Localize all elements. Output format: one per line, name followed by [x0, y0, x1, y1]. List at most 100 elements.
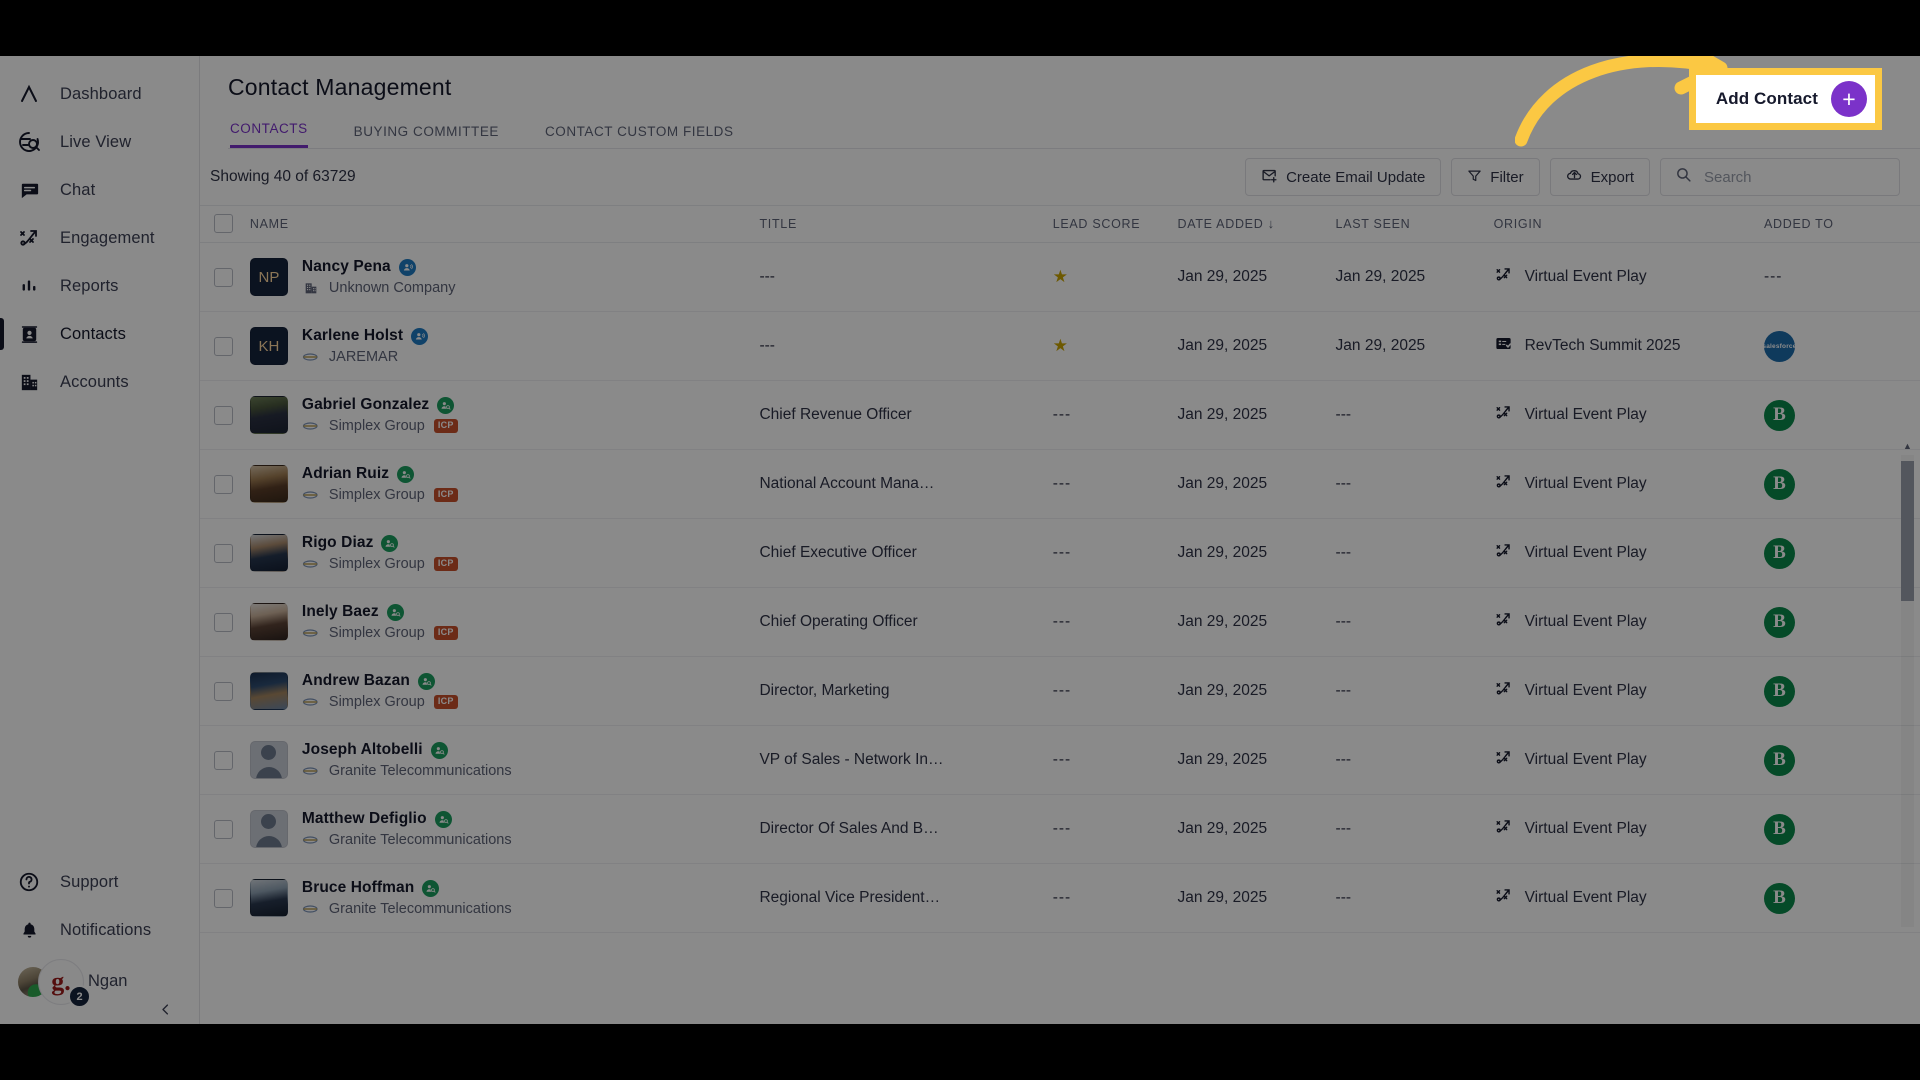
play-icon [1494, 748, 1513, 772]
bombora-badge-icon: B [1763, 399, 1795, 431]
select-all-checkbox[interactable] [214, 214, 233, 233]
filter-button[interactable]: Filter [1451, 158, 1540, 196]
row-checkbox[interactable] [214, 819, 233, 839]
sidebar-item-chat[interactable]: Chat [0, 166, 199, 214]
origin-label: Virtual Event Play [1524, 889, 1647, 906]
company-name[interactable]: Granite Telecommunications [329, 832, 512, 848]
contact-name[interactable]: Gabriel Gonzalez [302, 396, 429, 414]
sidebar-item-support[interactable]: Support [0, 858, 200, 906]
table-row[interactable]: KH Karlene Holst JAREMAR --- ★ Jan 29, 2025 Ja… [200, 311, 1920, 381]
table-row[interactable]: NP Nancy Pena Unknown Company --- ★ Jan 29, 2… [200, 242, 1920, 312]
sidebar-item-engagement[interactable]: Engagement [0, 214, 199, 262]
company-name[interactable]: Simplex Group [329, 418, 425, 434]
company-name[interactable]: Simplex Group [329, 556, 425, 572]
lead-score-star-icon: ★ [1052, 335, 1068, 355]
table-row[interactable]: Adrian Ruiz Simplex Group ICP National Acco… [200, 449, 1920, 519]
row-checkbox[interactable] [214, 612, 233, 632]
header-row: NAME TITLE LEAD SCORE DATE ADDED ↓ LAST … [200, 205, 1920, 243]
column-header-title[interactable]: TITLE [759, 205, 1053, 243]
table-row[interactable]: Joseph Altobelli Granite Telecommunicatio… [200, 725, 1920, 795]
company-name[interactable]: Granite Telecommunications [329, 901, 512, 917]
row-checkbox[interactable] [214, 543, 233, 563]
export-button[interactable]: Export [1549, 158, 1650, 196]
row-select-cell [200, 863, 250, 933]
row-checkbox[interactable] [214, 405, 233, 425]
bombora-badge-icon: B [1763, 744, 1795, 776]
contact-name[interactable]: Nancy Pena [302, 258, 391, 276]
table-row[interactable]: Inely Baez Simplex Group ICP Chief Operatin… [200, 587, 1920, 657]
sidebar-item-contacts[interactable]: Contacts [0, 310, 199, 358]
scroll-up-arrow-icon[interactable]: ▲ [1901, 441, 1914, 451]
avatar-photo [249, 534, 288, 572]
sidebar-item-notifications[interactable]: Notifications [0, 906, 200, 954]
scrollbar-thumb[interactable] [1901, 461, 1914, 601]
collapse-sidebar-button[interactable] [152, 996, 178, 1022]
company-name[interactable]: Simplex Group [329, 694, 425, 710]
row-checkbox[interactable] [214, 267, 233, 287]
column-header-date-added[interactable]: DATE ADDED ↓ [1177, 205, 1336, 243]
app-window: Dashboard Live View Chat Engagement Reports C… [0, 56, 1920, 1024]
sidebar-item-accounts[interactable]: Accounts [0, 358, 199, 406]
table-row[interactable]: Andrew Bazan Simplex Group ICP Director, Ma… [200, 656, 1920, 726]
sidebar-item-live-view[interactable]: Live View [0, 118, 199, 166]
contact-name[interactable]: Rigo Diaz [302, 534, 374, 552]
table-row[interactable]: Gabriel Gonzalez Simplex Group ICP Chief Re… [200, 380, 1920, 450]
contact-name[interactable]: Joseph Altobelli [302, 741, 423, 759]
company-name[interactable]: Unknown Company [329, 280, 456, 296]
table-scrollbar[interactable] [1901, 455, 1914, 927]
row-checkbox[interactable] [214, 888, 233, 908]
contact-status-icon [386, 603, 404, 621]
contact-name[interactable]: Adrian Ruiz [302, 465, 389, 483]
column-header-origin[interactable]: ORIGIN [1493, 205, 1764, 243]
row-checkbox[interactable] [214, 681, 233, 701]
contact-name[interactable]: Andrew Bazan [302, 672, 410, 690]
contact-name[interactable]: Karlene Holst [302, 327, 403, 345]
column-header-name[interactable]: NAME [249, 205, 760, 243]
row-select-cell [200, 587, 250, 657]
tab-contact-custom-fields[interactable]: CONTACT CUSTOM FIELDS [545, 124, 734, 148]
select-all-cell [200, 205, 250, 243]
added-to-cell: B [1763, 587, 1920, 657]
button-label: Create Email Update [1286, 168, 1426, 186]
avatar-photo [249, 465, 288, 503]
company-name[interactable]: JAREMAR [329, 349, 398, 365]
row-select-cell [200, 380, 250, 450]
logo-icon [302, 350, 320, 365]
contact-name[interactable]: Matthew Defiglio [302, 810, 427, 828]
search-box[interactable] [1660, 158, 1900, 196]
table-row[interactable]: Bruce Hoffman Granite Telecommunications R… [200, 863, 1920, 933]
search-input[interactable] [1704, 168, 1885, 186]
date-added-cell: Jan 29, 2025 [1177, 242, 1336, 312]
row-checkbox[interactable] [214, 750, 233, 770]
row-checkbox[interactable] [214, 474, 233, 494]
tab-buying-committee[interactable]: BUYING COMMITTEE [354, 124, 499, 148]
create-email-update-button[interactable]: Create Email Update [1245, 158, 1442, 196]
bombora-badge-icon: B [1763, 468, 1795, 500]
origin-label: Virtual Event Play [1524, 406, 1647, 423]
table-row[interactable]: Matthew Defiglio Granite Telecommunicatio… [200, 794, 1920, 864]
column-header-last-seen[interactable]: LAST SEEN [1335, 205, 1494, 243]
company-name[interactable]: Simplex Group [329, 487, 425, 503]
row-checkbox[interactable] [214, 336, 233, 356]
add-contact-button[interactable]: Add Contact + [1695, 75, 1875, 123]
company-name[interactable]: Simplex Group [329, 625, 425, 641]
form-icon [1494, 334, 1513, 358]
bombora-badge-icon: B [1763, 675, 1795, 707]
sidebar-item-label: Notifications [60, 920, 152, 939]
column-header-added-to[interactable]: ADDED TO [1763, 205, 1920, 243]
date-added-cell: Jan 29, 2025 [1177, 449, 1336, 519]
sidebar-item-dashboard[interactable]: Dashboard [0, 70, 199, 118]
search-icon [1675, 166, 1692, 188]
tab-contacts[interactable]: CONTACTS [230, 121, 308, 148]
bombora-badge-icon: B [1763, 537, 1795, 569]
play-icon [1494, 472, 1513, 496]
contact-name[interactable]: Inely Baez [302, 603, 379, 621]
logo-icon [302, 695, 320, 710]
table-row[interactable]: Rigo Diaz Simplex Group ICP Chief Executive… [200, 518, 1920, 588]
column-header-lead-score[interactable]: LEAD SCORE [1052, 205, 1178, 243]
company-name[interactable]: Granite Telecommunications [329, 763, 512, 779]
lead-score-value: --- [1052, 544, 1072, 561]
contact-name[interactable]: Bruce Hoffman [302, 879, 414, 897]
sidebar-item-reports[interactable]: Reports [0, 262, 199, 310]
icp-badge: ICP [433, 626, 458, 640]
